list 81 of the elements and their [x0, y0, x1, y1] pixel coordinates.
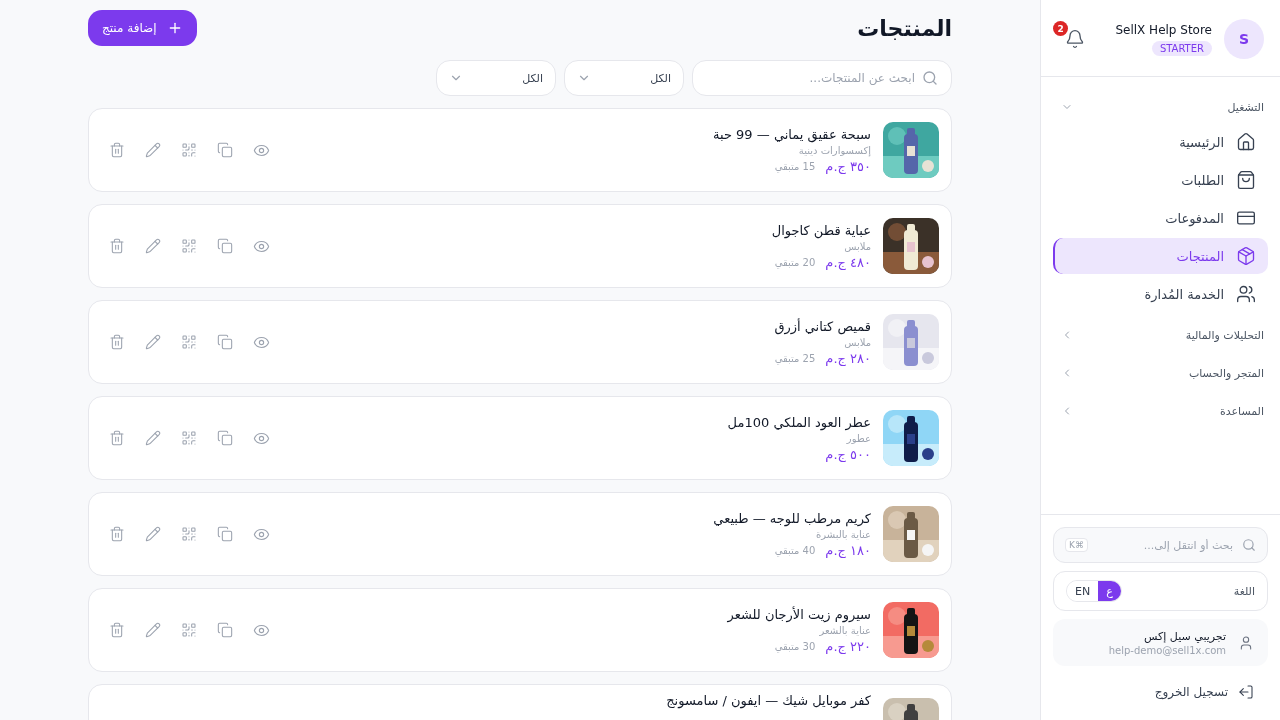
- stock-count: 30 متبقي: [774, 640, 816, 652]
- qr-code-button[interactable]: [181, 525, 197, 543]
- logout-icon: [1238, 684, 1254, 700]
- shortcut-key: K⌘: [1065, 538, 1088, 552]
- product-price: ٢٢٠ ج.م: [825, 638, 871, 654]
- product-name: كفر موبايل شيك — ايفون / سامسونج: [665, 693, 871, 708]
- package-icon: [1236, 246, 1256, 266]
- user-email: help-demo@sell1x.com: [1108, 644, 1226, 656]
- duplicate-button[interactable]: [217, 429, 233, 447]
- product-name: عطر العود الملكي 100مل: [726, 414, 871, 430]
- plan-badge: STARTER: [1151, 40, 1212, 56]
- product-price: ٥٠٠ ج.م: [825, 446, 871, 462]
- product-price: ١٨٠ ج.م: [825, 542, 871, 558]
- edit-button[interactable]: [145, 237, 161, 255]
- nav-section-header[interactable]: المتجر والحساب: [1053, 357, 1268, 389]
- delete-button[interactable]: [109, 333, 125, 351]
- delete-button[interactable]: [109, 621, 125, 639]
- product-category: إكسسوارات دينية: [797, 144, 871, 156]
- add-product-button[interactable]: إضافة منتج: [88, 10, 197, 46]
- user-icon: [1238, 634, 1254, 651]
- product-category: ملابس: [843, 336, 871, 348]
- edit-button[interactable]: [145, 621, 161, 639]
- stock-count: 20 متبقي: [774, 256, 816, 268]
- edit-button[interactable]: [145, 525, 161, 543]
- language-option[interactable]: ع: [1098, 581, 1121, 601]
- qr-code-button[interactable]: [181, 621, 197, 639]
- nav-section-header[interactable]: التشغيل: [1053, 91, 1268, 123]
- nav-section-header[interactable]: المساعدة: [1053, 395, 1268, 427]
- duplicate-button[interactable]: [217, 333, 233, 351]
- edit-button[interactable]: [145, 333, 161, 351]
- product-category: عطور: [845, 432, 871, 444]
- product-name: سيروم زيت الأرجان للشعر: [726, 606, 871, 622]
- nav-item[interactable]: الطلبات: [1053, 162, 1268, 198]
- nav-item[interactable]: الرئيسية: [1053, 124, 1268, 160]
- nav-item[interactable]: الخدمة المُدارة: [1053, 276, 1268, 312]
- product-price: ٤٨٠ ج.م: [825, 254, 871, 270]
- duplicate-button[interactable]: [217, 621, 233, 639]
- edit-button[interactable]: [145, 141, 161, 159]
- logout-link[interactable]: تسجيل الخروج: [1053, 674, 1268, 710]
- product-name: كريم مرطب للوجه — طبيعي: [712, 510, 871, 526]
- shopping-bag-icon: [1236, 170, 1256, 190]
- edit-button[interactable]: [145, 429, 161, 447]
- search-icon: [922, 70, 938, 86]
- house-icon: [1236, 132, 1256, 152]
- language-label: اللغة: [1233, 584, 1255, 598]
- stock-count: 25 متبقي: [774, 352, 816, 364]
- nav-section-header[interactable]: التحليلات والمالية: [1053, 319, 1268, 351]
- delete-button[interactable]: [109, 237, 125, 255]
- product-price: ٢٨٠ ج.م: [825, 350, 871, 366]
- delete-button[interactable]: [109, 525, 125, 543]
- nav-item[interactable]: المنتجات: [1053, 238, 1268, 274]
- user-name: تجريبي سيل إكس: [1143, 629, 1226, 643]
- product-category: ملابس: [843, 240, 871, 252]
- qr-code-button[interactable]: [181, 237, 197, 255]
- duplicate-button[interactable]: [217, 141, 233, 159]
- product-category: عناية بالشعر: [818, 624, 871, 636]
- filter-select[interactable]: الكل: [436, 60, 556, 96]
- qr-code-button[interactable]: [181, 429, 197, 447]
- product-search-field[interactable]: ابحث عن المنتجات...: [692, 60, 952, 96]
- filter-select[interactable]: الكل: [564, 60, 684, 96]
- nav-item[interactable]: المدفوعات: [1053, 200, 1268, 236]
- bell-icon[interactable]: [1065, 29, 1085, 49]
- delete-button[interactable]: [109, 141, 125, 159]
- stock-count: 40 متبقي: [774, 544, 816, 556]
- notification-count: 2: [1053, 21, 1068, 36]
- store-avatar: S: [1224, 19, 1264, 59]
- page-title: المنتجات: [857, 15, 952, 41]
- duplicate-button[interactable]: [217, 525, 233, 543]
- duplicate-button[interactable]: [217, 237, 233, 255]
- product-name: قميص كتاني أزرق: [773, 318, 871, 334]
- product-name: عباية قطن كاجوال: [770, 222, 871, 238]
- delete-button[interactable]: [109, 429, 125, 447]
- stock-count: 15 متبقي: [774, 160, 816, 172]
- product-price: ٣٥٠ ج.م: [825, 158, 871, 174]
- qr-code-button[interactable]: [181, 333, 197, 351]
- qr-code-button[interactable]: [181, 141, 197, 159]
- product-name: سبحة عقيق يماني — 99 حبة: [712, 126, 871, 142]
- store-name: SellX Help Store: [1115, 22, 1212, 37]
- search-icon: [1242, 538, 1256, 552]
- users-icon: [1236, 284, 1256, 304]
- product-category: عناية بالبشرة: [815, 528, 871, 540]
